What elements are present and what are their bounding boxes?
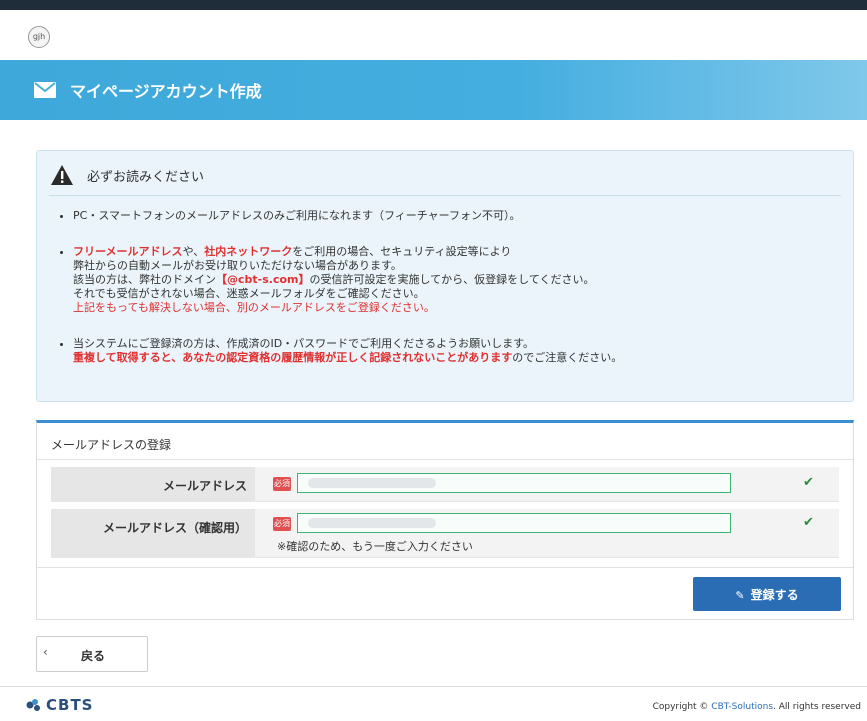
copyright-text: . All rights reserved [773,702,861,712]
email-row: メールアドレス 必須 ✔ [51,467,839,502]
internal-network-highlight: 社内ネットワーク [204,245,293,258]
domain-highlight: 【@cbt-s.com】 [216,273,310,286]
notice-text: のでご注意ください。 [512,351,623,364]
notice-warning-text: 上記をもっても解決しない場合、別のメールアドレスをご登録ください。 [73,301,435,314]
copyright: Copyright © CBT-Solutions. All rights re… [653,702,861,712]
label-cell: メールアドレス [51,467,255,501]
notice-divider [49,195,841,196]
duplicate-warning: 重複して取得すると、あなたの認定資格の履歴情報が正しく記録されないことがあります [73,351,513,364]
label-cell: メールアドレス（確認用） [51,509,255,557]
notice-list: PC・スマートフォンのメールアドレスのみご利用になれます（フィーチャーフォン不可… [59,209,622,387]
envelope-icon [34,82,56,98]
notice-text: 当システムにご登録済の方は、作成済のID・パスワードでご利用くださるようお願いし… [73,337,535,350]
list-item: 当システムにご登録済の方は、作成済のID・パスワードでご利用くださるようお願いし… [73,337,622,365]
email-confirm-label: メールアドレス（確認用） [102,521,247,535]
register-button-label: 登録する [750,587,799,602]
list-item: PC・スマートフォンのメールアドレスのみご利用になれます（フィーチャーフォン不可… [73,209,622,223]
divider [37,459,853,460]
main-content: 必ずお読みください PC・スマートフォンのメールアドレスのみご利用になれます（フ… [0,120,867,686]
notice-text: の受信許可設定を実施してから、仮登録をしてください。 [309,273,595,286]
back-button[interactable]: ‹ 戻る [36,636,148,672]
notice-text: 該当の方は、弊社のドメイン [73,273,216,286]
notice-text: や、 [182,245,205,258]
free-mail-highlight: フリーメールアドレス [73,245,183,258]
chevron-left-icon: ‹ [43,645,48,659]
notice-title: 必ずお読みください [87,170,205,185]
masked-value [308,518,436,528]
required-badge: 必須 [273,477,291,491]
notice-box: 必ずお読みください PC・スマートフォンのメールアドレスのみご利用になれます（フ… [36,150,854,402]
email-label: メールアドレス [162,479,247,493]
masked-value [308,478,436,488]
page-title: マイページアカウント作成 [70,82,262,101]
email-field[interactable] [297,473,731,493]
notice-text: 弊社からの自動メールがお受け取りいただけない場合があります。 [73,259,402,272]
form-title: メールアドレスの登録 [51,438,172,452]
notice-text: それでも受信がされない場合、迷惑メールフォルダをご確認ください。 [73,287,425,300]
copyright-text: Copyright © [652,702,712,712]
site-logo[interactable]: gjh [28,26,50,48]
edit-icon: ✎ [735,588,745,602]
list-item: フリーメールアドレスや、社内ネットワークをご利用の場合、セキュリティ設定等により… [73,245,622,315]
divider [37,567,853,568]
notice-text: をご利用の場合、セキュリティ設定等により [292,245,512,258]
confirm-hint: ※確認のため、もう一度ご入力ください [277,540,473,553]
email-confirm-row: メールアドレス（確認用） 必須 ✔ ※確認のため、もう一度ご入力ください [51,509,839,558]
check-icon: ✔ [803,475,814,490]
footer: CBTS Copyright © CBT-Solutions. All righ… [0,686,867,721]
email-confirm-field[interactable] [297,513,731,533]
warning-icon [51,165,73,185]
page-banner: マイページアカウント作成 [0,60,867,120]
email-registration-form: メールアドレスの登録 メールアドレス 必須 ✔ メールアドレス（確認用） 必須 … [36,420,854,620]
cbts-mark-icon [26,699,40,711]
notice-item-text: PC・スマートフォンのメールアドレスのみご利用になれます（フィーチャーフォン不可… [73,209,521,222]
brand-name: CBTS [46,696,94,714]
top-bar [0,0,867,10]
back-button-label: 戻る [81,649,106,663]
check-icon: ✔ [803,515,814,530]
register-button[interactable]: ✎ 登録する [693,577,841,611]
header: gjh [0,10,867,60]
required-badge: 必須 [273,517,291,531]
cbt-solutions-link[interactable]: CBT-Solutions [711,702,773,712]
